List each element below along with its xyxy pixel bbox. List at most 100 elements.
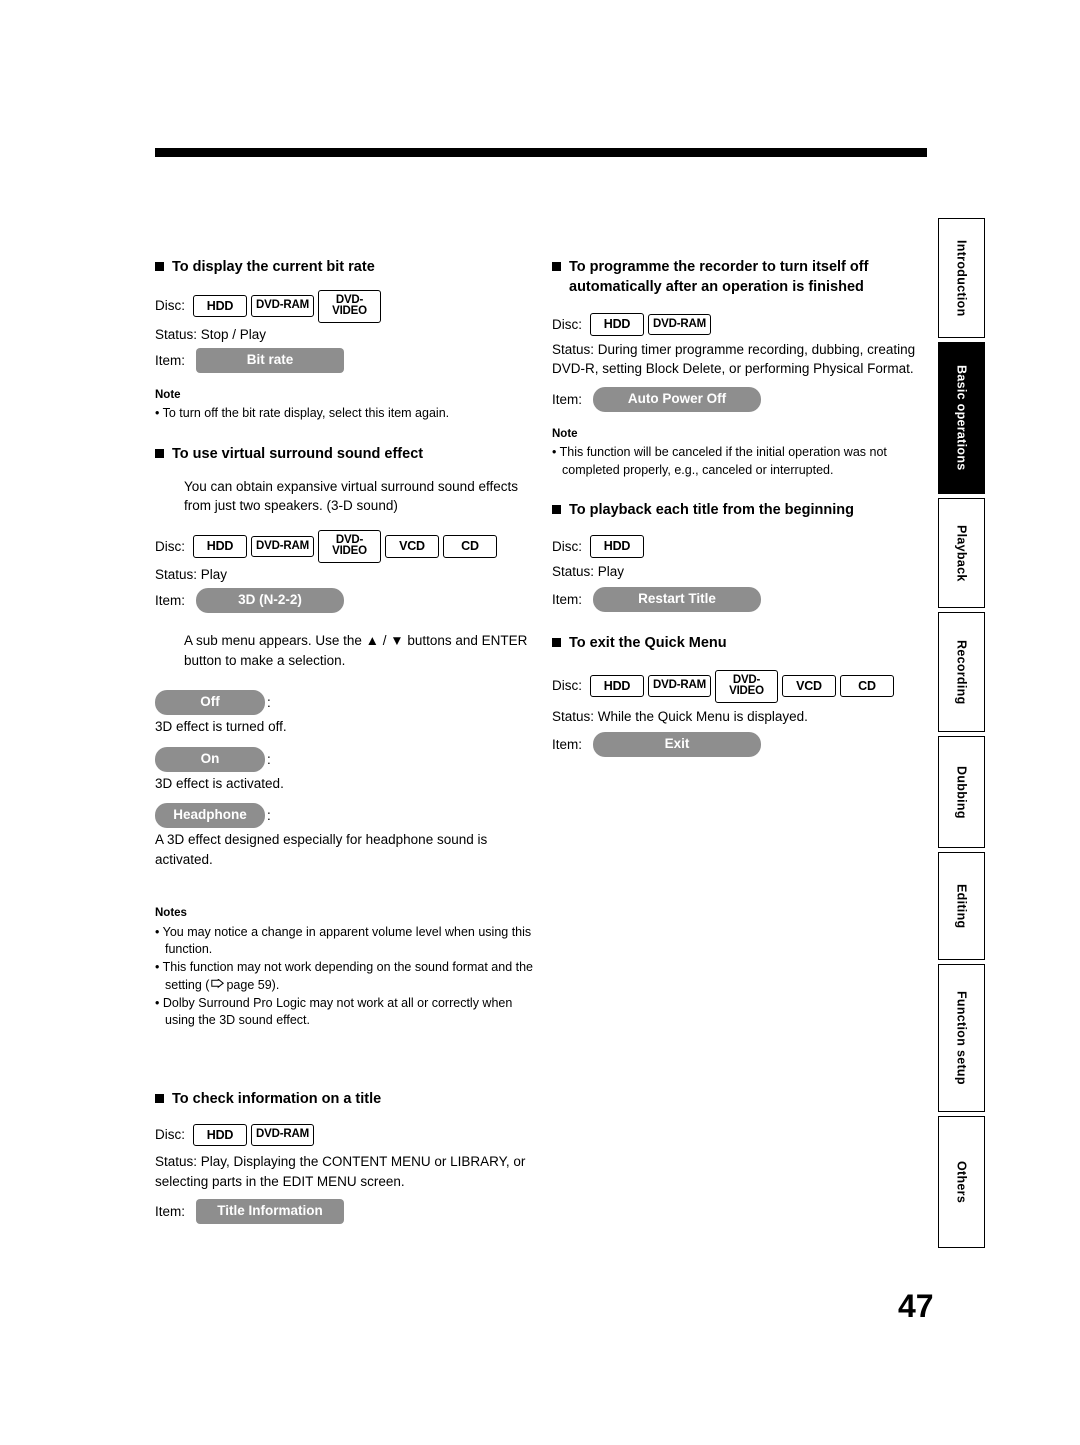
media-chip-hdd: HDD bbox=[193, 294, 247, 318]
item-label: Item: bbox=[155, 352, 186, 368]
disc-line: Disc: HDD DVD-RAM DVD-VIDEO VCD CD bbox=[155, 529, 535, 563]
item-line: Item: 3D (N-2-2) bbox=[155, 588, 535, 614]
media-chip-hdd: HDD bbox=[193, 1123, 247, 1147]
section-heading-auto-power-off: To programme the recorder to turn itself… bbox=[552, 258, 932, 297]
side-tab-label: Function setup bbox=[954, 991, 969, 1085]
item-pill-restart-title[interactable]: Restart Title bbox=[593, 587, 762, 612]
page-number: 47 bbox=[898, 1288, 934, 1324]
section-heading-bit-rate: To display the current bit rate bbox=[155, 258, 535, 278]
option-pill-on[interactable]: On bbox=[155, 746, 265, 772]
disc-label: Disc: bbox=[552, 538, 582, 554]
side-tab-playback[interactable]: Playback bbox=[938, 498, 985, 608]
status-line: Status: Stop / Play bbox=[155, 326, 267, 342]
side-tab-basic-operations[interactable]: Basic operations bbox=[938, 342, 985, 494]
section-heading-restart-title: To playback each title from the beginnin… bbox=[552, 501, 932, 521]
media-chip-dvdram: DVD-RAM bbox=[251, 535, 314, 558]
item-label: Item: bbox=[552, 391, 583, 407]
option-row-off: Off : bbox=[155, 690, 535, 716]
disc-line: Disc: HDD DVD-RAM bbox=[552, 313, 932, 336]
intro-text: You can obtain expansive virtual surroun… bbox=[184, 478, 518, 514]
media-chip-dvdram: DVD-RAM bbox=[251, 295, 314, 317]
item-pill-bit-rate[interactable]: Bit rate bbox=[196, 348, 345, 373]
item-pill-exit[interactable]: Exit bbox=[593, 732, 762, 757]
item-label: Item: bbox=[552, 736, 583, 752]
disc-label: Disc: bbox=[155, 298, 185, 314]
media-chip-dvdram: DVD-RAM bbox=[251, 1124, 314, 1146]
option-row-headphone: Headphone : bbox=[155, 803, 535, 829]
side-tab-label: Others bbox=[954, 1160, 969, 1204]
note-line-with-icon: • This function may not work depending o… bbox=[155, 959, 535, 995]
status-line: Status: Play bbox=[552, 563, 625, 579]
media-chip-dvdvideo: DVD-VIDEO bbox=[318, 289, 381, 323]
item-pill-title-information[interactable]: Title Information bbox=[196, 1199, 345, 1225]
media-chip-dvdvideo: DVD-VIDEO bbox=[318, 529, 381, 563]
side-tab-label: Introduction bbox=[954, 239, 969, 317]
side-tab-others[interactable]: Others bbox=[938, 1116, 985, 1248]
disc-line: Disc: HDD DVD-RAM DVD-VIDEO bbox=[155, 289, 535, 323]
section-heading-title-info: To check information on a title bbox=[155, 1090, 535, 1110]
item-label: Item: bbox=[552, 591, 583, 607]
option-pill-headphone[interactable]: Headphone bbox=[155, 803, 265, 829]
item-pill-3d[interactable]: 3D (N-2-2) bbox=[196, 588, 345, 614]
manual-page: To display the current bit rate Disc: HD… bbox=[0, 0, 1080, 1445]
note-line: • This function will be canceled if the … bbox=[552, 444, 887, 477]
media-chip-hdd: HDD bbox=[590, 674, 644, 698]
disc-line: Disc: HDD bbox=[552, 535, 932, 558]
note-line: • To turn off the bit rate display, sele… bbox=[155, 406, 450, 421]
item-line: Item: Restart Title bbox=[552, 587, 932, 612]
side-tab-recording[interactable]: Recording bbox=[938, 612, 985, 732]
media-chip-dvdvideo: DVD-VIDEO bbox=[715, 669, 778, 703]
section-heading-virtual-surround: To use virtual surround sound effect bbox=[155, 445, 535, 465]
media-chip-hdd: HDD bbox=[590, 535, 644, 558]
disc-label: Disc: bbox=[552, 316, 582, 332]
side-tab-introduction[interactable]: Introduction bbox=[938, 218, 985, 338]
side-tab-editing[interactable]: Editing bbox=[938, 852, 985, 960]
media-chip-hdd: HDD bbox=[193, 535, 247, 558]
colon: : bbox=[267, 808, 271, 824]
option-desc-off: 3D effect is turned off. bbox=[155, 719, 287, 735]
submenu-text: A sub menu appears. Use the ▲ / ▼ button… bbox=[184, 633, 528, 668]
item-pill-auto-power-off[interactable]: Auto Power Off bbox=[593, 386, 762, 412]
left-column: To display the current bit rate Disc: HD… bbox=[155, 258, 535, 1225]
item-line: Item: Title Information bbox=[155, 1199, 535, 1225]
media-chip-dvdram: DVD-RAM bbox=[648, 313, 711, 336]
status-line: Status: Play bbox=[155, 566, 228, 582]
side-tab-label: Dubbing bbox=[954, 765, 969, 819]
right-column: To programme the recorder to turn itself… bbox=[552, 258, 932, 757]
media-chip-hdd: HDD bbox=[590, 313, 644, 336]
note-page-ref: page 59). bbox=[226, 977, 280, 992]
item-line: Item: Bit rate bbox=[155, 348, 535, 373]
option-desc-on: 3D effect is activated. bbox=[155, 775, 284, 791]
side-tab-function-setup[interactable]: Function setup bbox=[938, 964, 985, 1112]
page-reference-icon bbox=[211, 978, 225, 990]
status-line: Status: Play, Displaying the CONTENT MEN… bbox=[155, 1154, 526, 1189]
option-desc-headphone: A 3D effect designed especially for head… bbox=[155, 832, 488, 867]
option-pill-off[interactable]: Off bbox=[155, 690, 265, 716]
side-tab-label: Basic operations bbox=[954, 365, 969, 471]
item-line: Item: Exit bbox=[552, 732, 932, 757]
status-line: Status: During timer programme recording… bbox=[552, 341, 916, 377]
media-chip-vcd: VCD bbox=[385, 535, 439, 558]
media-chip-vcd: VCD bbox=[782, 674, 836, 698]
colon: : bbox=[267, 695, 271, 711]
side-tab-dubbing[interactable]: Dubbing bbox=[938, 736, 985, 848]
item-line: Item: Auto Power Off bbox=[552, 386, 932, 412]
media-chip-dvdram: DVD-RAM bbox=[648, 675, 711, 697]
header-rule bbox=[155, 148, 927, 157]
note-line: • Dolby Surround Pro Logic may not work … bbox=[155, 995, 513, 1028]
note-heading: Note bbox=[552, 427, 578, 440]
notes-heading: Notes bbox=[155, 907, 187, 920]
colon: : bbox=[267, 751, 271, 767]
item-label: Item: bbox=[155, 593, 186, 609]
option-row-on: On : bbox=[155, 746, 535, 772]
note-line: • You may notice a change in apparent vo… bbox=[155, 924, 532, 957]
disc-line: Disc: HDD DVD-RAM DVD-VIDEO VCD CD bbox=[552, 669, 932, 703]
item-label: Item: bbox=[155, 1204, 186, 1220]
disc-label: Disc: bbox=[552, 678, 582, 694]
side-tab-strip: Introduction Basic operations Playback R… bbox=[938, 218, 985, 1252]
section-heading-exit-quick-menu: To exit the Quick Menu bbox=[552, 634, 932, 654]
side-tab-label: Editing bbox=[954, 883, 969, 929]
note-heading: Note bbox=[155, 389, 181, 401]
disc-label: Disc: bbox=[155, 538, 185, 554]
media-chip-cd: CD bbox=[443, 535, 497, 558]
